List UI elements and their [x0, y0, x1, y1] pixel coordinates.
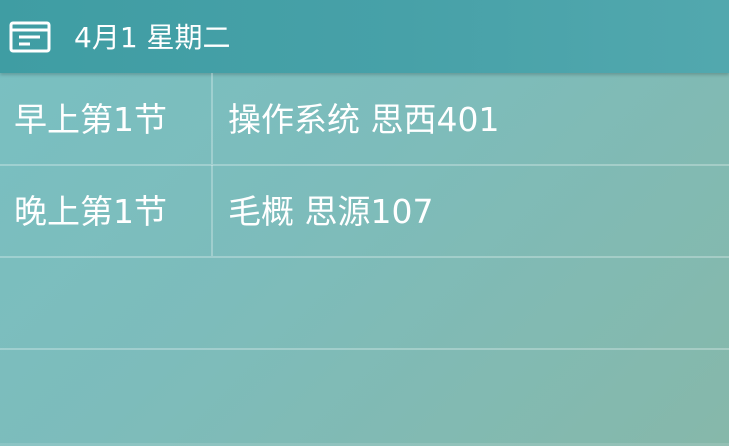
time-cell: 晚上第1节 — [0, 165, 213, 256]
course-label: 操作系统 思西401 — [228, 100, 500, 139]
calendar-icon[interactable] — [9, 21, 51, 53]
empty-row — [0, 257, 729, 350]
time-cell: 早上第1节 — [0, 73, 213, 164]
date-label: 4月1 星期二 — [74, 21, 231, 54]
schedule-row[interactable]: 晚上第1节 毛概 思源107 — [0, 165, 729, 258]
widget-header[interactable]: 4月1 星期二 — [0, 0, 729, 73]
schedule-row[interactable]: 早上第1节 操作系统 思西401 — [0, 73, 729, 166]
period-label: 早上第1节 — [14, 100, 167, 139]
period-label: 晚上第1节 — [14, 192, 167, 231]
schedule-widget[interactable]: 4月1 星期二 早上第1节 操作系统 思西401 晚上第1节 毛概 思源107 — [0, 0, 729, 446]
course-label: 毛概 思源107 — [228, 192, 434, 231]
